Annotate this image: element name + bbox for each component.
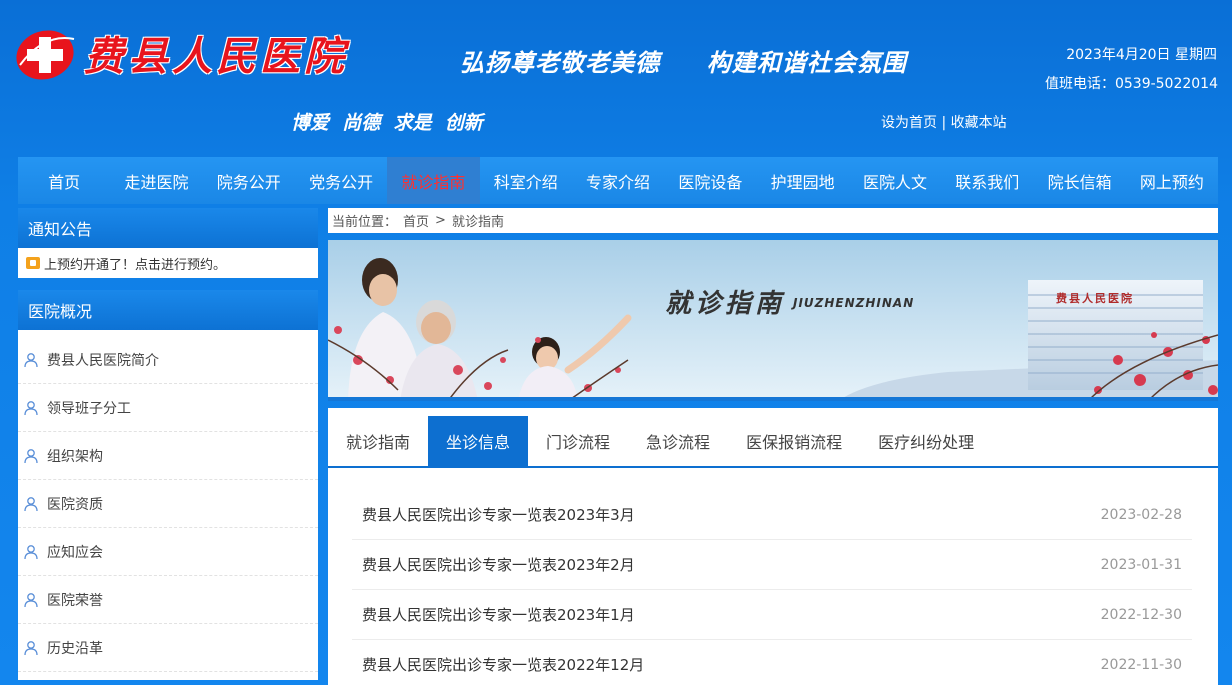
list-item[interactable]: 领导班子分工 [18, 384, 318, 432]
user-icon [24, 400, 38, 415]
tab-emergency-process[interactable]: 急诊流程 [628, 416, 728, 466]
nav-contact[interactable]: 联系我们 [941, 157, 1033, 204]
banner-building-text: 费县人民医院 [1056, 292, 1134, 305]
quick-links: 设为首页 | 收藏本站 [881, 112, 1007, 132]
breadcrumb: 当前位置： 首页 > 就诊指南 [328, 208, 1218, 233]
main-nav: 首页 走进医院 院务公开 党务公开 就诊指南 科室介绍 专家介绍 医院设备 护理… [18, 157, 1218, 204]
left-sidebar: 通知公告 上预约开通了！点击进行预约。 医院概况 费县人民医院简介 领导班子分工… [18, 208, 318, 680]
overview-title: 医院概况 [18, 290, 318, 330]
list-item-label: 费县人民医院简介 [47, 352, 159, 369]
banner-title: 就诊指南 [665, 289, 786, 319]
duty-phone: 值班电话：0539-5022014 [1044, 76, 1218, 92]
hospital-name: 费县人民医院 [84, 33, 348, 80]
article-title[interactable]: 费县人民医院出诊专家一览表2023年3月 [362, 504, 635, 525]
breadcrumb-current[interactable]: 就诊指南 [452, 211, 504, 230]
user-icon [24, 592, 38, 607]
slogan-main: 弘扬尊老敬老美德 构建和谐社会氛围 [460, 49, 907, 77]
article-date: 2022-11-30 [1100, 656, 1182, 673]
quick-links-separator: | [941, 115, 947, 131]
speaker-icon [26, 257, 40, 269]
slogan-sub: 博爱 尚德 求是 创新 [291, 112, 483, 134]
list-item-label: 组织架构 [47, 448, 103, 465]
article-date: 2023-01-31 [1100, 556, 1182, 573]
list-item[interactable]: 费县人民医院出诊专家一览表2023年1月 2022-12-30 [352, 590, 1192, 640]
nav-equipment[interactable]: 医院设备 [664, 157, 756, 204]
notice-text[interactable]: 上预约开通了！点击进行预约。 [44, 254, 226, 273]
nav-culture[interactable]: 医院人文 [849, 157, 941, 204]
list-item[interactable]: 应知应会 [18, 528, 318, 576]
list-item[interactable]: 历史沿革 [18, 624, 318, 672]
list-item-label: 医院荣誉 [47, 592, 103, 609]
nav-affairs[interactable]: 院务公开 [203, 157, 295, 204]
list-item[interactable]: 费县人民医院出诊专家一览表2023年2月 2023-01-31 [352, 540, 1192, 590]
current-date: 2023年4月20日 星期四 [1066, 47, 1217, 63]
list-item[interactable]: 组织架构 [18, 432, 318, 480]
tab-guide[interactable]: 就诊指南 [328, 416, 428, 466]
list-item[interactable]: 费县人民医院简介 [18, 336, 318, 384]
nav-online-booking[interactable]: 网上预约 [1126, 157, 1218, 204]
set-homepage-link[interactable]: 设为首页 [881, 115, 937, 131]
overview-list: 费县人民医院简介 领导班子分工 组织架构 医院资质 应知应会 医院荣誉 历史沿革 [18, 330, 318, 680]
tab-outpatient-process[interactable]: 门诊流程 [528, 416, 628, 466]
banner-subtitle: JIUZHENZHINAN [793, 296, 915, 310]
article-date: 2022-12-30 [1100, 606, 1182, 623]
page-banner: 费县人民医院 就诊指南 JIUZHENZHINAN [328, 240, 1218, 401]
notice-marquee[interactable]: 上预约开通了！点击进行预约。 [18, 248, 318, 278]
user-icon [24, 640, 38, 655]
nav-departments[interactable]: 科室介绍 [480, 157, 572, 204]
user-icon [24, 352, 38, 367]
user-icon [24, 544, 38, 559]
nav-director-mailbox[interactable]: 院长信箱 [1033, 157, 1125, 204]
main-content: 当前位置： 首页 > 就诊指南 费县人民医院 就诊指南 JIUZHENZHINA… [328, 208, 1218, 685]
list-item[interactable]: 费县人民医院出诊专家一览表2022年12月 2022-11-30 [352, 640, 1192, 685]
tab-bar: 就诊指南 坐诊信息 门诊流程 急诊流程 医保报销流程 医疗纠纷处理 [328, 408, 1218, 468]
nav-experts[interactable]: 专家介绍 [572, 157, 664, 204]
user-icon [24, 496, 38, 511]
article-title[interactable]: 费县人民医院出诊专家一览表2023年2月 [362, 554, 635, 575]
red-cross-logo-icon [16, 30, 75, 80]
nav-home[interactable]: 首页 [18, 157, 110, 204]
bookmark-link[interactable]: 收藏本站 [951, 115, 1007, 131]
tab-insurance-reimbursement[interactable]: 医保报销流程 [728, 416, 860, 466]
content-panel: 就诊指南 坐诊信息 门诊流程 急诊流程 医保报销流程 医疗纠纷处理 费县人民医院… [328, 408, 1218, 685]
notice-title: 通知公告 [18, 208, 318, 248]
list-item-label: 历史沿革 [47, 640, 103, 657]
nav-guide[interactable]: 就诊指南 [387, 157, 480, 204]
hospital-logo[interactable]: 费县人民医院 [14, 24, 348, 82]
article-title[interactable]: 费县人民医院出诊专家一览表2022年12月 [362, 654, 644, 675]
list-item-label: 医院资质 [47, 496, 103, 513]
nav-nursing[interactable]: 护理园地 [757, 157, 849, 204]
nav-about[interactable]: 走进医院 [110, 157, 202, 204]
breadcrumb-label: 当前位置： [332, 215, 398, 230]
article-date: 2023-02-28 [1100, 506, 1182, 523]
banner-illustration [328, 240, 1218, 401]
breadcrumb-home[interactable]: 首页 [403, 211, 429, 230]
user-icon [24, 448, 38, 463]
list-item[interactable]: 费县人民医院出诊专家一览表2023年3月 2023-02-28 [352, 490, 1192, 540]
article-title[interactable]: 费县人民医院出诊专家一览表2023年1月 [362, 604, 635, 625]
article-list: 费县人民医院出诊专家一览表2023年3月 2023-02-28 费县人民医院出诊… [328, 468, 1218, 685]
list-item[interactable]: 医院资质 [18, 480, 318, 528]
breadcrumb-separator: > [435, 213, 446, 228]
site-header: 费县人民医院 弘扬尊老敬老美德 构建和谐社会氛围 博爱 尚德 求是 创新 202… [0, 0, 1232, 150]
nav-party[interactable]: 党务公开 [295, 157, 387, 204]
tab-dispute-handling[interactable]: 医疗纠纷处理 [860, 416, 992, 466]
list-item-label: 应知应会 [47, 544, 103, 561]
list-item[interactable]: 医院荣誉 [18, 576, 318, 624]
tab-clinic-info[interactable]: 坐诊信息 [428, 416, 529, 466]
list-item-label: 领导班子分工 [47, 400, 131, 417]
